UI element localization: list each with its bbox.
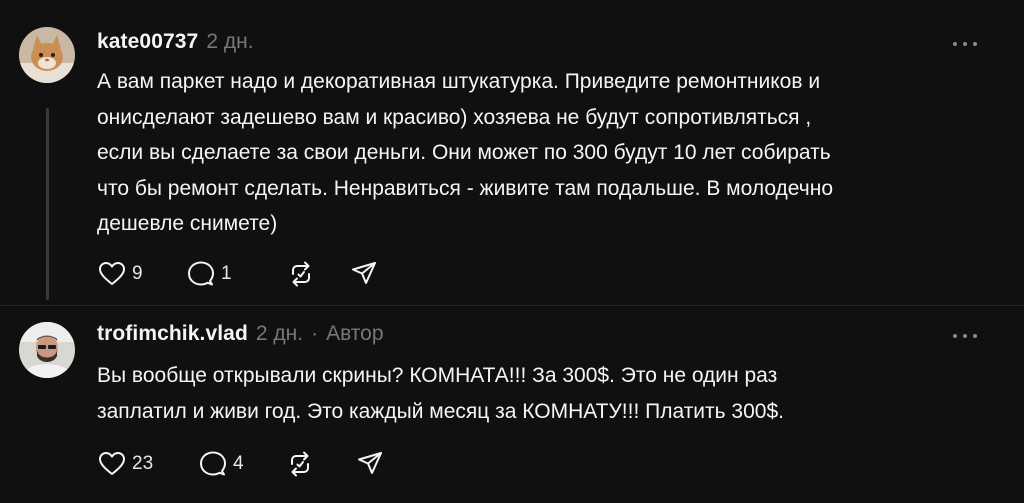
username[interactable]: kate00737 (97, 30, 198, 54)
more-icon[interactable] (953, 40, 977, 48)
avatar[interactable] (19, 27, 75, 83)
comment-text-line: что бы ремонт сделать. Ненравиться - жив… (97, 176, 833, 200)
cat-avatar-image (19, 27, 75, 83)
timestamp[interactable]: 2 дн. (206, 30, 253, 54)
author-badge: Автор (326, 322, 384, 345)
comment-text: Вы вообще открывали скрины? КОМНАТА!!! З… (97, 358, 977, 429)
heart-icon (99, 452, 125, 475)
share-button[interactable] (357, 451, 383, 477)
like-button[interactable]: 9 (98, 261, 187, 287)
reply-button[interactable]: 1 (187, 260, 287, 288)
share-icon (358, 452, 382, 474)
comment-text-line: онисделают задешево вам и красиво) хозяе… (97, 105, 812, 129)
comment-icon (200, 451, 226, 476)
like-count: 9 (132, 263, 143, 284)
comment-text-line: дешевле снимете) (97, 212, 278, 235)
comment-item: kate00737 2 дн. А вам паркет надо и деко… (0, 0, 1024, 305)
repost-button[interactable] (287, 260, 351, 288)
comment-text-line: заплатил и живи год. Это каждый месяц за… (97, 399, 784, 423)
comment-text-line: А вам паркет надо и декоративная штукату… (97, 70, 821, 93)
comment-text: А вам паркет надо и декоративная штукату… (97, 64, 977, 242)
more-icon[interactable] (953, 332, 977, 340)
username[interactable]: trofimchik.vlad (97, 322, 248, 346)
comment-item: trofimchik.vlad 2 дн. · Автор Вы вообще … (0, 305, 1024, 503)
separator-dot: · (311, 322, 319, 345)
like-count: 23 (132, 453, 154, 474)
action-bar: 23 4 (98, 449, 383, 479)
reply-button[interactable]: 4 (199, 450, 286, 478)
avatar[interactable] (19, 322, 75, 378)
comment-header: trofimchik.vlad 2 дн. · Автор (97, 322, 384, 350)
comment-icon (188, 261, 214, 286)
comment-text-line: Вы вообще открывали скрины? КОМНАТА!!! З… (97, 364, 778, 387)
share-icon (352, 262, 376, 284)
action-bar: 9 1 (98, 259, 377, 289)
thread-line (46, 108, 49, 300)
repost-icon (292, 261, 310, 287)
repost-button[interactable] (286, 450, 357, 478)
comment-feed: kate00737 2 дн. А вам паркет надо и деко… (0, 0, 1024, 503)
reply-count: 4 (233, 453, 244, 474)
comment-text-line: если вы сделаете за свои деньги. Они мож… (97, 141, 831, 164)
reply-count: 1 (221, 263, 232, 284)
heart-icon (99, 262, 125, 285)
like-button[interactable]: 23 (98, 451, 199, 477)
repost-icon (291, 451, 309, 477)
timestamp[interactable]: 2 дн. (256, 322, 303, 346)
comment-header: kate00737 2 дн. (97, 30, 254, 58)
person-avatar-image (19, 322, 75, 378)
share-button[interactable] (351, 261, 377, 287)
